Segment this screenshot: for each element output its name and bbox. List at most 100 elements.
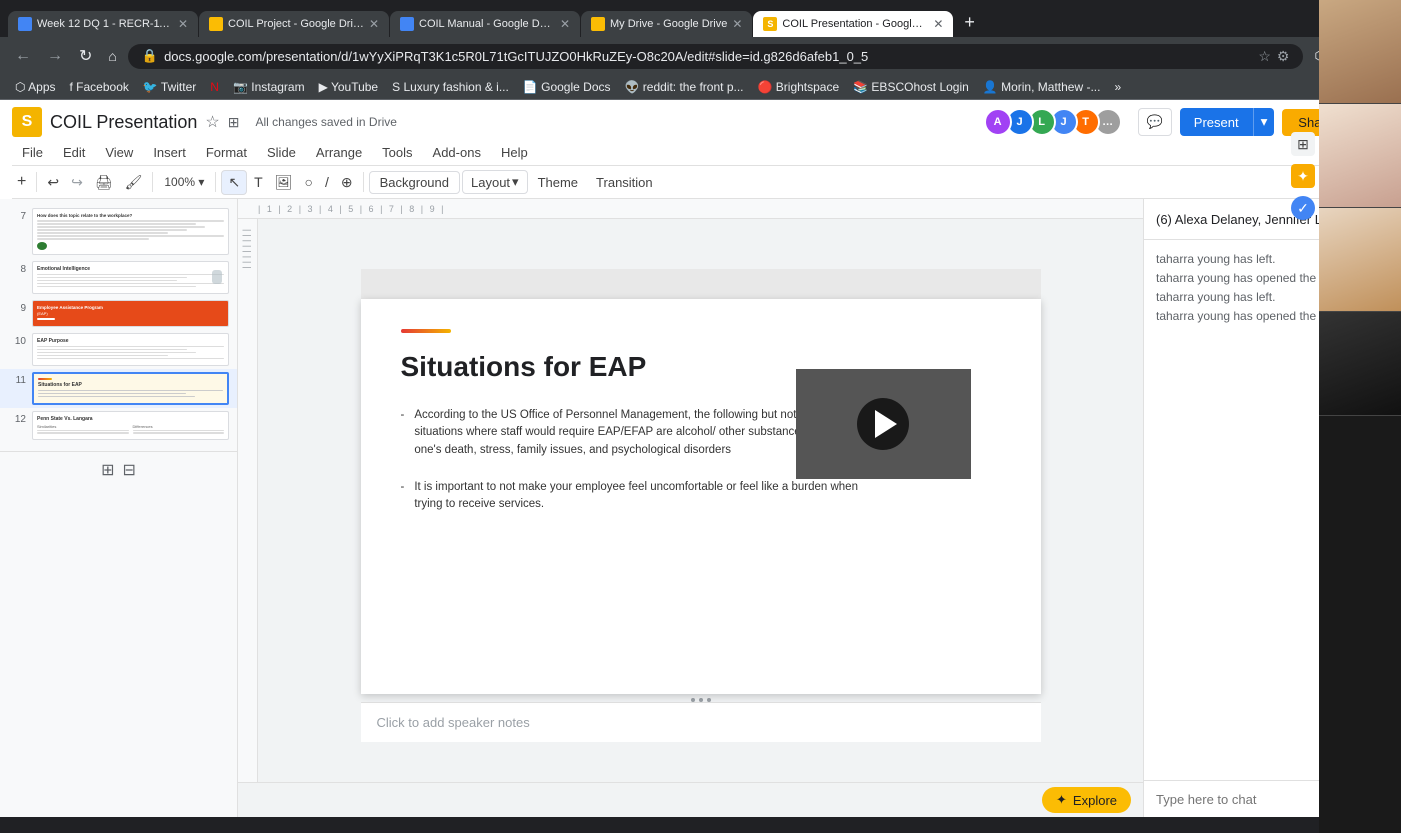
- menu-insert[interactable]: Insert: [143, 142, 196, 163]
- address-text: docs.google.com/presentation/d/1wYyXiPRq…: [164, 49, 1252, 64]
- video-placeholder[interactable]: [796, 369, 971, 479]
- slides-icon-move[interactable]: ⊞: [228, 114, 240, 131]
- bullet-dash-1: -: [401, 407, 405, 459]
- toolbar-undo-button[interactable]: ↩: [42, 170, 64, 195]
- toolbar-more-shapes-button[interactable]: ⊕: [336, 170, 358, 195]
- list-view-button[interactable]: ⊟: [123, 460, 136, 480]
- present-dropdown-button[interactable]: ▾: [1253, 108, 1275, 136]
- slide-viewport[interactable]: Situations for EAP - According to the US…: [258, 219, 1143, 782]
- toolbar-redo-button[interactable]: ↪: [66, 170, 88, 195]
- star-icon[interactable]: ☆: [1258, 48, 1271, 65]
- ruler-top: | 1 | 2 | 3 | 4 | 5 | 6 | 7 | 8 | 9 |: [238, 199, 1143, 219]
- tab-title-4: My Drive - Google Drive: [610, 18, 727, 30]
- slide-thumbnail-7: How does this topic relate to the workpl…: [32, 208, 229, 255]
- bookmark-reddit[interactable]: 👽 reddit: the front p...: [620, 78, 749, 96]
- comment-button[interactable]: 💬: [1138, 108, 1172, 136]
- video-person-3: [1319, 208, 1401, 312]
- slide-item-7[interactable]: 7 How does this topic relate to the work…: [0, 205, 237, 258]
- forward-button[interactable]: →: [42, 44, 68, 68]
- slides-main-body: 7 How does this topic relate to the work…: [0, 199, 1401, 817]
- layout-chevron-icon: ▾: [512, 174, 519, 190]
- tab-favicon-4: [591, 17, 605, 31]
- bookmark-netflix[interactable]: N: [205, 78, 224, 96]
- tab-4[interactable]: My Drive - Google Drive ✕: [581, 11, 752, 37]
- menu-format[interactable]: Format: [196, 142, 257, 163]
- person-icon-slide8: [212, 270, 222, 284]
- toolbar-cursor-button[interactable]: ↖: [221, 170, 247, 195]
- bookmark-twitter[interactable]: 🐦 Twitter: [138, 78, 201, 96]
- toolbar-line-button[interactable]: /: [320, 170, 334, 194]
- toolbar-paint-button[interactable]: 🖌: [120, 170, 148, 195]
- star-icon[interactable]: ☆: [205, 112, 219, 132]
- slide-item-8[interactable]: 8 Emotional Intelligence: [0, 258, 237, 297]
- transition-button[interactable]: Transition: [588, 172, 661, 193]
- address-bar[interactable]: 🔒 docs.google.com/presentation/d/1wYyXiP…: [128, 44, 1304, 69]
- bookmark-ebsco[interactable]: 📚 EBSCOhost Login: [848, 78, 974, 96]
- menu-arrange[interactable]: Arrange: [306, 142, 372, 163]
- tab-5-active[interactable]: S COIL Presentation - Google Sl... ✕: [753, 11, 953, 37]
- lock-icon: 🔒: [142, 48, 158, 64]
- slide-item-11-active[interactable]: 11 Situations for EAP: [0, 369, 237, 408]
- chat-check-icon[interactable]: ✓: [1291, 199, 1315, 220]
- play-button-large[interactable]: [857, 398, 909, 450]
- slides-app: S COIL Presentation ☆ ⊞ All changes save…: [0, 100, 1401, 817]
- menu-tools[interactable]: Tools: [372, 142, 422, 163]
- present-button[interactable]: Present: [1180, 108, 1253, 136]
- explore-button[interactable]: ✦ Explore: [1042, 787, 1131, 813]
- new-tab-button[interactable]: +: [954, 8, 985, 37]
- present-button-group: Present ▾: [1180, 108, 1275, 136]
- extensions-icon[interactable]: ⚙: [1277, 48, 1290, 65]
- grid-view-button[interactable]: ⊞: [101, 460, 114, 480]
- tab-title-3: COIL Manual - Google Docs: [419, 18, 555, 30]
- menu-file[interactable]: File: [12, 142, 53, 163]
- menu-help[interactable]: Help: [491, 142, 538, 163]
- menu-edit[interactable]: Edit: [53, 142, 95, 163]
- slide-canvas-area: | 1 | 2 | 3 | 4 | 5 | 6 | 7 | 8 | 9 | ||…: [238, 199, 1143, 817]
- toolbar-shapes-button[interactable]: ○: [300, 170, 318, 194]
- menu-view[interactable]: View: [95, 142, 143, 163]
- bookmark-brightspace[interactable]: 🔴 Brightspace: [753, 78, 845, 96]
- slide-item-9[interactable]: 9 Employee Assistance Program (EAP): [0, 297, 237, 330]
- tab-favicon-5: S: [763, 17, 777, 31]
- slide-number-8: 8: [8, 261, 26, 275]
- tab-close-3[interactable]: ✕: [560, 17, 570, 31]
- bookmark-google-docs[interactable]: 📄 Google Docs: [518, 78, 616, 96]
- toolbar-textbox-button[interactable]: T: [249, 170, 268, 194]
- bookmark-apps[interactable]: ⬡ Apps: [10, 78, 61, 96]
- menu-slide[interactable]: Slide: [257, 142, 306, 163]
- tab-close-2[interactable]: ✕: [369, 17, 379, 31]
- tab-2[interactable]: COIL Project - Google Drive ✕: [199, 11, 389, 37]
- bookmark-morin[interactable]: 👤 Morin, Matthew -...: [978, 78, 1106, 96]
- back-button[interactable]: ←: [10, 44, 36, 68]
- toolbar-print-button[interactable]: 🖨: [90, 170, 118, 195]
- bookmarks-more[interactable]: »: [1109, 78, 1126, 96]
- tab-close-1[interactable]: ✕: [178, 17, 188, 31]
- theme-button[interactable]: Theme: [530, 172, 586, 193]
- bookmark-luxury[interactable]: S Luxury fashion & i...: [387, 78, 514, 96]
- reload-button[interactable]: ↻: [74, 43, 97, 69]
- tab-3[interactable]: COIL Manual - Google Docs ✕: [390, 11, 580, 37]
- slide-item-10[interactable]: 10 EAP Purpose: [0, 330, 237, 369]
- bookmark-youtube[interactable]: ▶ YouTube: [314, 78, 384, 96]
- app-title: COIL Presentation: [50, 112, 197, 133]
- background-button[interactable]: Background: [369, 171, 460, 194]
- bookmark-facebook[interactable]: f Facebook: [65, 78, 134, 96]
- address-bar-row: ← → ↻ ⌂ 🔒 docs.google.com/presentation/d…: [0, 37, 1401, 75]
- speaker-notes-area[interactable]: Click to add speaker notes: [361, 702, 1041, 742]
- slide-number-12: 12: [8, 411, 26, 425]
- slide-canvas[interactable]: Situations for EAP - According to the US…: [361, 299, 1041, 694]
- tab-close-5[interactable]: ✕: [933, 17, 943, 31]
- toolbar-zoom-button[interactable]: 100% ▾: [158, 172, 210, 192]
- slide-item-12[interactable]: 12 Penn State Vs. Langara Similarities D…: [0, 408, 237, 443]
- slide-number-10: 10: [8, 333, 26, 347]
- menu-add-ons[interactable]: Add-ons: [423, 142, 491, 163]
- tab-1[interactable]: Week 12 DQ 1 - RECR-1166-M... ✕: [8, 11, 198, 37]
- bookmark-instagram[interactable]: 📷 Instagram: [228, 78, 310, 96]
- tab-close-4[interactable]: ✕: [732, 17, 742, 31]
- tab-title-5: COIL Presentation - Google Sl...: [782, 18, 928, 30]
- layout-button[interactable]: Layout ▾: [462, 170, 528, 194]
- toolbar-add-button[interactable]: +: [12, 169, 31, 195]
- home-button[interactable]: ⌂: [103, 45, 121, 67]
- toolbar-image-button[interactable]: 🖼: [270, 170, 298, 195]
- slide-above-area: [361, 269, 1041, 299]
